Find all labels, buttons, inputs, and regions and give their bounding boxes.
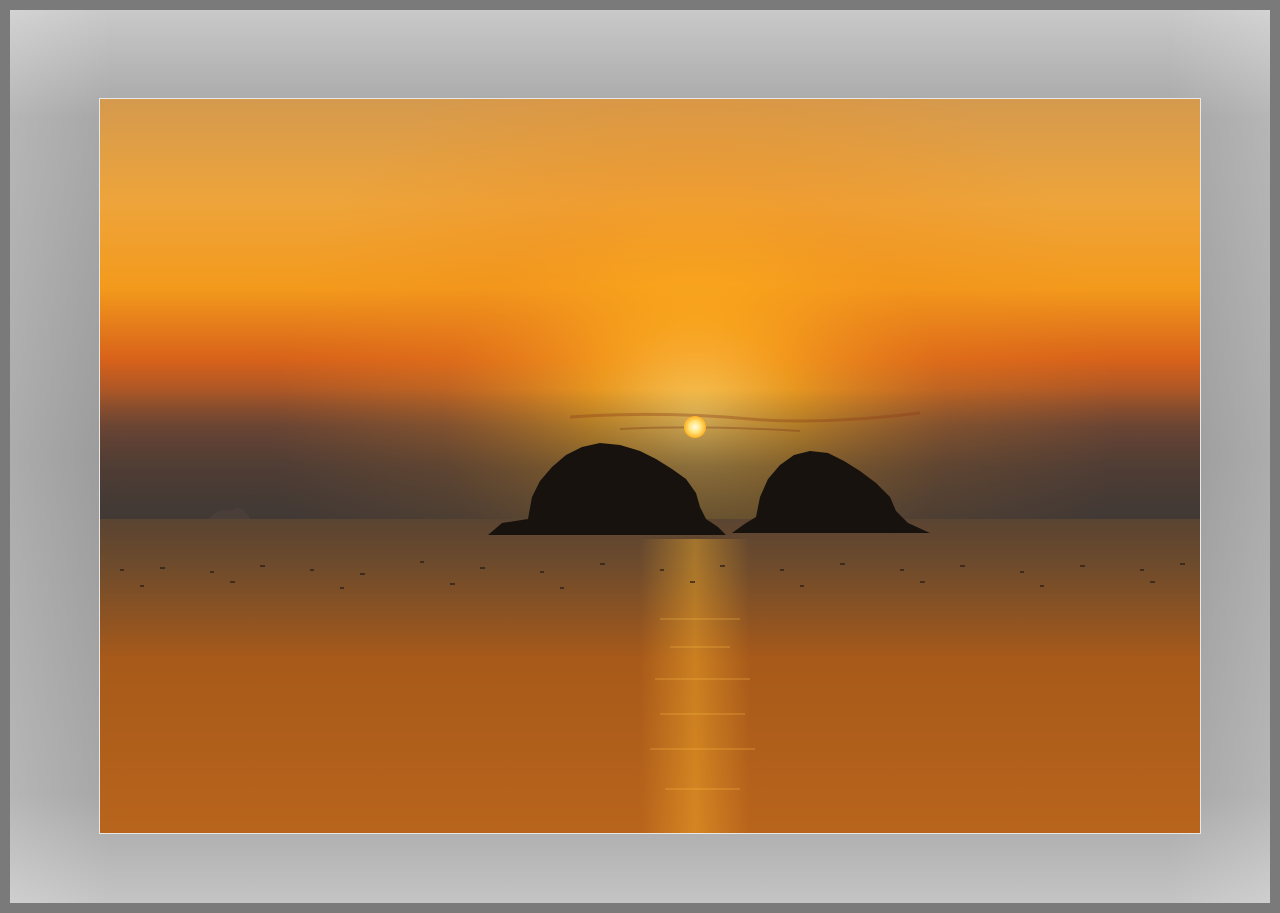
sun <box>684 416 706 438</box>
mat-frame <box>0 0 1280 913</box>
sunset-scene <box>100 99 1200 833</box>
sunset-photo <box>99 98 1201 834</box>
